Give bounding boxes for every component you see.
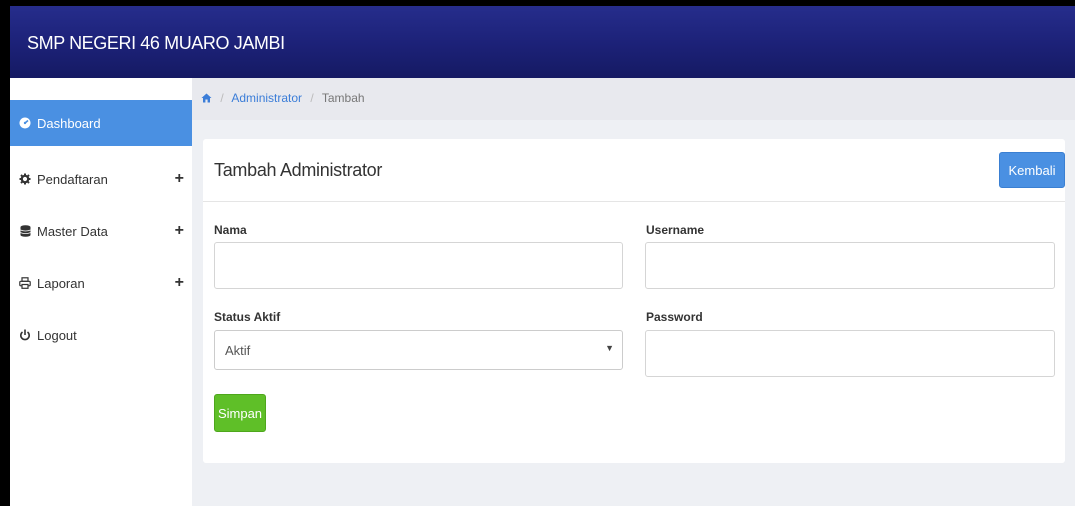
form-panel: Tambah Administrator Kembali Nama Userna… (203, 139, 1065, 463)
sidebar-item-master-data[interactable]: Master Data + (10, 208, 192, 254)
breadcrumb: / Administrator / Tambah (192, 78, 1075, 120)
database-icon (18, 224, 32, 238)
nama-label: Nama (214, 223, 247, 237)
print-icon (18, 276, 32, 290)
breadcrumb-administrator-link[interactable]: Administrator (231, 91, 302, 105)
sidebar-item-dashboard[interactable]: Dashboard (10, 100, 192, 146)
expand-plus-icon[interactable]: + (175, 274, 184, 292)
password-label: Password (646, 310, 703, 324)
breadcrumb-current: Tambah (321, 91, 365, 105)
nama-field[interactable] (214, 242, 623, 289)
sidebar-item-label: Laporan (37, 275, 85, 291)
back-button[interactable]: Kembali (999, 152, 1065, 188)
breadcrumb-separator: / (220, 91, 224, 105)
breadcrumb-separator: / (310, 91, 314, 105)
status-aktif-value: Aktif (225, 343, 251, 358)
save-button[interactable]: Simpan (214, 394, 266, 432)
dropdown-caret-icon: ▼ (605, 343, 614, 353)
sidebar-item-label: Master Data (37, 223, 108, 239)
app-title[interactable]: SMP NEGERI 46 MUARO JAMBI (27, 33, 285, 54)
password-field[interactable] (645, 330, 1055, 377)
home-icon[interactable] (201, 92, 212, 106)
expand-plus-icon[interactable]: + (175, 170, 184, 188)
panel-header: Tambah Administrator Kembali (203, 139, 1065, 202)
sidebar-item-laporan[interactable]: Laporan + (10, 260, 192, 306)
username-field[interactable] (645, 242, 1055, 289)
page-title: Tambah Administrator (214, 160, 383, 180)
power-icon (18, 328, 32, 342)
username-label: Username (646, 223, 705, 237)
top-navbar: SMP NEGERI 46 MUARO JAMBI (10, 6, 1075, 78)
sidebar-item-logout[interactable]: Logout (10, 312, 192, 358)
expand-plus-icon[interactable]: + (175, 222, 184, 240)
status-aktif-select[interactable]: Aktif ▼ (214, 330, 623, 370)
sidebar: Dashboard Pendaftaran + Master Data + La… (10, 78, 192, 506)
app-window: SMP NEGERI 46 MUARO JAMBI Dashboard Pend… (10, 6, 1075, 506)
main-content: / Administrator / Tambah Tambah Administ… (192, 78, 1075, 506)
sidebar-item-label: Pendaftaran (37, 171, 108, 187)
sidebar-item-label: Logout (37, 327, 77, 343)
sidebar-item-pendaftaran[interactable]: Pendaftaran + (10, 156, 192, 202)
status-aktif-label: Status Aktif (214, 310, 281, 324)
gear-icon (18, 172, 32, 186)
dashboard-icon (18, 116, 32, 130)
sidebar-item-label: Dashboard (37, 115, 101, 131)
